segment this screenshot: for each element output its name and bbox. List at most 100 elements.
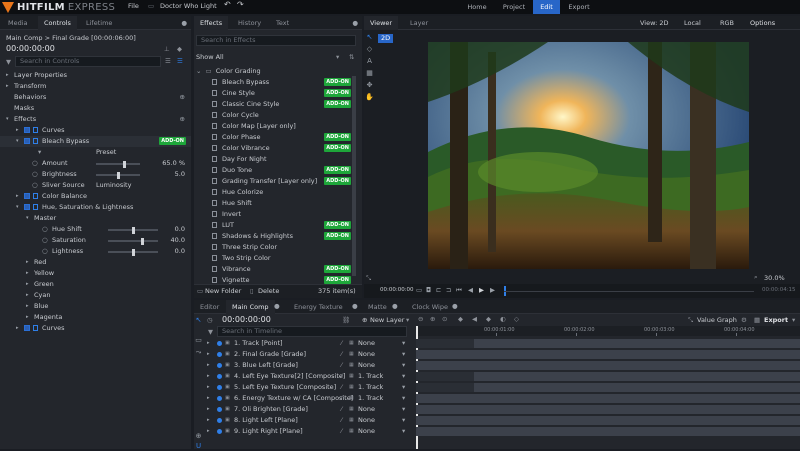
pick-whip-icon[interactable]: ⁄ [341,415,342,426]
controls-search-input[interactable]: Search in Controls [15,56,161,67]
visibility-icon[interactable] [217,418,222,423]
filter-icon[interactable]: ▼ [6,58,11,66]
close-icon[interactable]: ● [392,302,398,310]
controls-tree-row[interactable]: ▸ Color Balance [0,191,191,202]
timeline-layer-row[interactable]: ▸ ▣ 3. Blue Left [Grade] ⁄ ▦ None ▾ [204,360,800,371]
layer-parent[interactable]: None [358,404,375,415]
chevron-right-icon[interactable]: ▸ [16,323,19,334]
filter-icon[interactable]: ▼ [208,328,213,336]
add-track-icon[interactable]: ⊕ [194,432,203,441]
chevron-right-icon[interactable]: ▸ [207,404,210,415]
effect-item[interactable]: LUT ADD-ON [212,220,351,231]
layer-parent[interactable]: None [358,415,375,426]
controls-tree-row[interactable]: ▸ Magenta [0,312,191,323]
chevron-right-icon[interactable]: ▸ [207,415,210,426]
visibility-icon[interactable] [217,363,222,368]
select-tool-icon[interactable]: ↖ [365,33,374,42]
controls-value[interactable]: 5.0 [175,169,185,180]
visibility-icon[interactable] [217,396,222,401]
chevron-right-icon[interactable]: ▾ [26,213,29,224]
step-back-icon[interactable]: ◀ [468,286,473,294]
lock-icon[interactable]: ▣ [225,382,230,393]
sort-icon[interactable]: ⇅ [349,53,354,61]
effect-item[interactable]: Shadows & Highlights ADD-ON [212,231,351,242]
camera-icon[interactable]: ◘ [426,286,431,294]
chevron-right-icon[interactable]: ▸ [207,360,210,371]
stopwatch-icon[interactable]: ○ [32,169,38,180]
layer-name[interactable]: 8. Light Left [Plane] [234,415,298,426]
controls-value[interactable]: Luminosity [96,180,131,191]
layer-parent[interactable]: None [358,360,375,371]
pick-whip-icon[interactable]: ⁄ [341,371,342,382]
effect-item[interactable]: Hue Colorize [212,187,351,198]
tab-text[interactable]: Text [270,16,295,30]
layer-clip-bar[interactable] [416,427,800,436]
effects-search-input[interactable]: Search in Effects [196,35,356,46]
slider-knob[interactable] [132,249,135,256]
chevron-down-icon[interactable]: ▾ [792,316,795,324]
chevron-right-icon[interactable]: ▸ [26,290,29,301]
slider-knob[interactable] [117,172,120,179]
controls-tree-row[interactable]: ▸ Red [0,257,191,268]
value-graph-button[interactable]: Value Graph [697,316,737,324]
tab-history[interactable]: History [232,16,267,30]
zoom-icon[interactable]: ⌕ [754,273,758,282]
chevron-right-icon[interactable]: ▾ [16,202,19,213]
lock-icon[interactable]: ▣ [225,349,230,360]
stopwatch-icon[interactable]: ○ [42,224,48,235]
slider-knob[interactable] [132,227,135,234]
chevron-down-icon[interactable]: ▾ [336,53,339,61]
export-button[interactable]: Export [764,316,788,324]
chevron-right-icon[interactable]: ▸ [16,125,19,136]
new-layer-button[interactable]: New Layer [370,316,404,324]
layer-name[interactable]: 1. Track [Point] [234,338,283,349]
pick-whip-icon[interactable]: ⁄ [341,393,342,404]
zoom-out-icon[interactable]: ⊖ [418,315,423,323]
layer-clip-bar[interactable] [474,339,800,348]
undo-icon[interactable]: ↶ [224,0,231,9]
controls-tree-row[interactable]: ○ Sliver Source Luminosity [0,180,191,191]
controls-tree-row[interactable]: ▸ Curves [0,125,191,136]
chevron-right-icon[interactable]: ▸ [26,268,29,279]
blend-icon[interactable]: ▦ [349,371,354,382]
controls-tree-row[interactable]: ○ Hue Shift 0.0 [0,224,191,235]
lock-icon[interactable]: ▣ [225,426,230,437]
visibility-icon[interactable] [217,352,222,357]
effect-item[interactable]: Invert [212,209,351,220]
chevron-down-icon[interactable]: ▾ [402,426,405,437]
help-icon[interactable]: ● [181,19,187,27]
chevron-down-icon[interactable]: ▾ [402,404,405,415]
add-icon[interactable]: ⊕ [180,114,185,125]
view-mode-dropdown[interactable]: View: 2D [640,19,668,27]
tab-energy-texture[interactable]: Energy Texture [288,300,349,314]
blend-icon[interactable]: ▦ [349,382,354,393]
pin-icon[interactable]: ⊥ [164,45,170,53]
timeline-ruler[interactable]: 00:00:01:00 00:00:02:00 00:00:03:00 00:00:0… [416,326,800,336]
timeline-timecode[interactable]: 00:00:00:00 [222,315,271,324]
layer-clip-bar[interactable] [416,350,800,359]
effect-item[interactable]: Three Strip Color [212,242,351,253]
controls-value[interactable]: 0.0 [175,224,185,235]
timeline-layer-row[interactable]: ▸ ▣ 5. Left Eye Texture [Composite] ⁄ ▦ 1. Tr… [204,382,800,393]
controls-tree-row[interactable]: ○ Brightness 5.0 [0,169,191,180]
tab-lifetime[interactable]: Lifetime [80,16,118,30]
visibility-icon[interactable] [217,374,222,379]
mask-tool-icon[interactable]: ◇ [365,45,374,54]
chevron-right-icon[interactable]: ▸ [16,191,19,202]
chevron-down-icon[interactable]: ▾ [402,415,405,426]
nav-tab-export[interactable]: Export [562,0,596,14]
mark-out-icon[interactable]: ⊐ [446,286,451,294]
controls-tree-row[interactable]: ▾ Bleach Bypass ADD-ON [0,136,191,147]
layer-clip-bar[interactable] [416,416,800,425]
slider-knob[interactable] [123,161,126,168]
timeline-layer-row[interactable]: ▸ ▣ 9. Light Right [Plane] ⁄ ▦ None ▾ [204,426,800,437]
keyframe-icon[interactable]: ◆ [177,45,182,53]
move-tool-icon[interactable]: ✥ [365,81,374,90]
layer-name[interactable]: 7. Oli Brighten [Grade] [234,404,308,415]
nav-tab-edit[interactable]: Edit [533,0,560,14]
value-slider[interactable] [96,172,140,179]
stopwatch-icon[interactable]: ○ [32,158,38,169]
add-icon[interactable]: ⊕ [180,92,185,103]
chevron-right-icon[interactable]: ▸ [26,279,29,290]
mark-in-icon[interactable]: ⊏ [436,286,441,294]
